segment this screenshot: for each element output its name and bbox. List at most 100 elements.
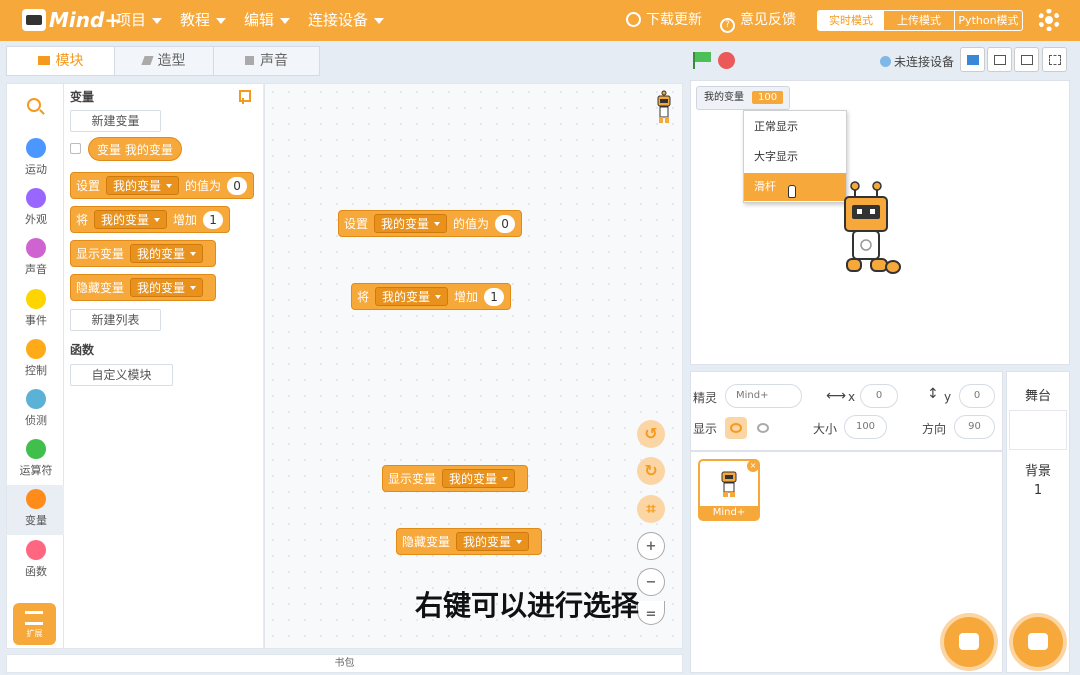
variables-color-dot (26, 489, 46, 509)
gear-icon[interactable] (1038, 9, 1060, 31)
code-workspace[interactable]: 设置 我的变量 的值为 0 将我的变量 增加 1 显示变量 我的变量 隐藏变量 我的变量 ↺ … (264, 83, 683, 649)
value-input[interactable]: 0 (495, 214, 516, 233)
editor-tabs: 模块 造型 声音 (6, 46, 320, 76)
mode-upload[interactable]: 上传模式 (886, 11, 952, 30)
variable-reporter-block[interactable]: 变量 我的变量 (88, 137, 182, 161)
variable-dropdown[interactable]: 我的变量 (456, 532, 530, 551)
sensing-color-dot (26, 389, 46, 409)
x-input[interactable]: 0 (860, 384, 898, 408)
workspace-change-variable-block[interactable]: 将我的变量 增加 1 (351, 283, 512, 310)
variable-dropdown[interactable]: 我的变量 (106, 176, 180, 195)
palette-change-variable-block[interactable]: 将我的变量 增加 1 (70, 206, 231, 233)
menu-project[interactable]: 项目 (116, 0, 163, 41)
workspace-show-variable-block[interactable]: 显示变量 我的变量 (382, 465, 529, 492)
palette-hide-variable-block[interactable]: 隐藏变量 我的变量 (70, 274, 217, 301)
brush-icon (140, 56, 154, 65)
menu-item-normal-display[interactable]: 正常显示 (744, 113, 846, 141)
workspace-set-variable-block[interactable]: 设置 我的变量 的值为 0 (338, 210, 523, 237)
stage-thumbnail[interactable] (1009, 410, 1067, 450)
category-control[interactable]: 控制 (7, 335, 65, 385)
mode-python[interactable]: Python模式 (954, 11, 1022, 30)
add-sprite-button[interactable] (944, 617, 994, 667)
category-looks[interactable]: 外观 (7, 184, 65, 234)
menu-item-large-display[interactable]: 大字显示 (744, 143, 846, 171)
variable-dropdown[interactable]: 我的变量 (130, 244, 204, 263)
value-input[interactable]: 1 (484, 287, 505, 306)
category-motion[interactable]: 运动 (7, 134, 65, 184)
x-label: x (848, 390, 856, 404)
value-input[interactable]: 1 (203, 210, 224, 229)
undo-icon[interactable]: ↺ (637, 420, 665, 448)
events-color-dot (26, 289, 46, 309)
robot-logo-icon (22, 9, 46, 31)
custom-block-button[interactable]: 自定义模块 (70, 364, 173, 386)
fullscreen-button[interactable] (1042, 47, 1067, 72)
zoom-out-icon[interactable]: − (637, 568, 665, 596)
normal-stage-button[interactable] (987, 47, 1012, 72)
crop-icon[interactable]: ⌗ (637, 495, 665, 523)
zoom-reset-icon[interactable]: = (637, 601, 665, 625)
download-update-link[interactable]: 下载更新 (626, 0, 702, 41)
operators-color-dot (26, 439, 46, 459)
menu-connect-device[interactable]: 连接设备 (308, 0, 385, 41)
sprite-thumbnail[interactable]: × Mind+ (698, 459, 760, 521)
category-functions[interactable]: 函数 (7, 536, 65, 586)
variable-monitor[interactable]: 我的变量 100 (696, 86, 790, 110)
eye-visible-icon[interactable] (725, 417, 747, 439)
variable-checkbox[interactable] (70, 143, 81, 154)
new-list-button[interactable]: 新建列表 (70, 309, 161, 331)
green-flag-icon[interactable] (693, 52, 711, 69)
stop-icon[interactable] (718, 52, 735, 69)
pin-icon[interactable] (237, 90, 251, 104)
zoom-in-icon[interactable]: + (637, 532, 665, 560)
palette-set-variable-block[interactable]: 设置 我的变量 的值为 0 (70, 172, 255, 199)
category-operators[interactable]: 运算符 (7, 435, 65, 485)
tab-sounds[interactable]: 声音 (213, 46, 320, 76)
image-icon (1028, 633, 1048, 650)
large-stage-button[interactable] (1014, 47, 1039, 72)
category-variables[interactable]: 变量 (7, 485, 65, 535)
connection-status[interactable]: 未连接设备 (880, 53, 954, 70)
eye-hidden-icon[interactable] (752, 417, 774, 439)
size-input[interactable]: 100 (844, 415, 887, 439)
category-sensing[interactable]: 侦测 (7, 385, 65, 435)
speaker-icon (245, 56, 254, 65)
sprite-name-input[interactable]: Mind+ (725, 384, 802, 408)
category-sound[interactable]: 声音 (7, 234, 65, 284)
category-events[interactable]: 事件 (7, 285, 65, 335)
extension-button[interactable]: 扩展 (13, 603, 56, 645)
show-label: 显示 (693, 422, 718, 436)
sprite-info-panel (690, 371, 1003, 451)
variable-dropdown[interactable]: 我的变量 (374, 214, 448, 233)
extension-icon (25, 611, 43, 625)
value-input[interactable]: 0 (227, 176, 248, 195)
variable-dropdown[interactable]: 我的变量 (375, 287, 449, 306)
variable-dropdown[interactable]: 我的变量 (442, 469, 516, 488)
delete-sprite-icon[interactable]: × (747, 460, 759, 472)
variable-dropdown[interactable]: 我的变量 (130, 278, 204, 297)
stage-canvas[interactable]: 我的变量 100 正常显示 大字显示 滑杆 (690, 80, 1070, 365)
backpack-bar[interactable]: 书包 (6, 654, 683, 673)
block-palette: 变量 新建变量 变量 我的变量 设置 我的变量 的值为 0 将我的变量 增加 1 显示变量… (64, 83, 263, 649)
sprite-mini-icon (657, 90, 671, 123)
menu-edit[interactable]: 编辑 (244, 0, 291, 41)
feedback-link[interactable]: ? 意见反馈 (720, 0, 796, 41)
new-variable-button[interactable]: 新建变量 (70, 110, 161, 132)
mode-realtime[interactable]: 实时模式 (818, 11, 884, 30)
workspace-hide-variable-block[interactable]: 隐藏变量 我的变量 (396, 528, 543, 555)
mindplus-logo[interactable]: Mind+ (22, 8, 121, 32)
menu-tutorial[interactable]: 教程 (180, 0, 227, 41)
palette-show-variable-block[interactable]: 显示变量 我的变量 (70, 240, 217, 267)
small-stage-button[interactable] (960, 47, 985, 72)
search-icon[interactable] (27, 98, 41, 112)
variable-dropdown[interactable]: 我的变量 (94, 210, 168, 229)
redo-icon[interactable]: ↻ (637, 457, 665, 485)
add-backdrop-button[interactable] (1013, 617, 1063, 667)
y-input[interactable]: 0 (959, 384, 995, 408)
sprite-label: 精灵 (693, 391, 718, 405)
device-icon (880, 56, 891, 67)
mindplus-robot-sprite[interactable] (841, 181, 901, 291)
tab-costumes[interactable]: 造型 (114, 46, 214, 76)
direction-input[interactable]: 90 (954, 415, 995, 439)
tab-blocks[interactable]: 模块 (6, 46, 115, 76)
